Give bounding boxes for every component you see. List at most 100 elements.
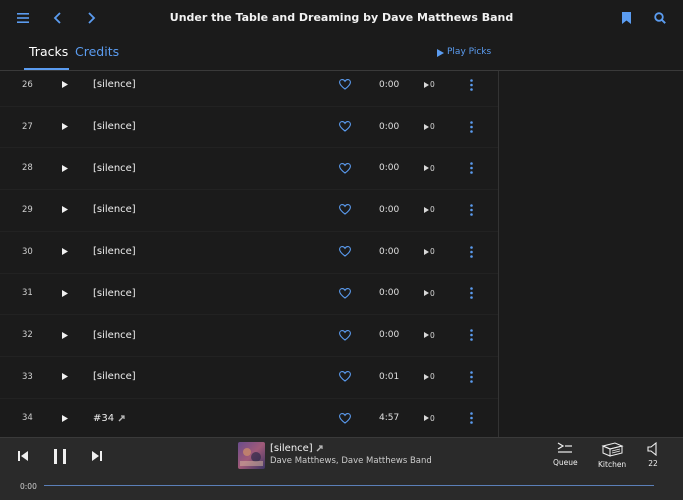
play-count-value: 0: [430, 80, 435, 90]
track-name[interactable]: [silence]: [93, 356, 136, 398]
track-number: 33: [22, 371, 33, 382]
track-name-text: #34: [93, 412, 115, 424]
play-track-button[interactable]: [62, 231, 68, 273]
more-options-button[interactable]: [466, 356, 476, 398]
track-name[interactable]: [silence]: [93, 147, 136, 189]
heart-icon: [339, 204, 351, 216]
play-track-button[interactable]: [62, 273, 68, 315]
track-number: 30: [22, 246, 33, 257]
track-row[interactable]: 33 [silence] 0:01 0: [0, 356, 498, 398]
now-playing-title[interactable]: [silence]: [270, 443, 323, 454]
track-number: 34: [22, 413, 33, 424]
more-options-button[interactable]: [466, 314, 476, 356]
heart-icon: [339, 329, 351, 341]
play-count-value: 0: [430, 205, 435, 215]
play-track-button[interactable]: [62, 356, 68, 398]
play-track-button[interactable]: [62, 314, 68, 356]
play-count-icon: [424, 248, 429, 255]
more-options-button[interactable]: [466, 147, 476, 189]
favorite-button[interactable]: [339, 356, 351, 398]
track-name[interactable]: [silence]: [93, 106, 136, 148]
top-bar: Under the Table and Dreaming by Dave Mat…: [0, 0, 683, 35]
tab-bar: Tracks Credits Play Picks: [0, 35, 683, 71]
track-row[interactable]: 34 #34 4:57 0: [0, 398, 498, 437]
track-row[interactable]: 30 [silence] 0:00 0: [0, 231, 498, 273]
zone-button[interactable]: Kitchen: [598, 442, 626, 469]
favorite-button[interactable]: [339, 314, 351, 356]
track-number: 26: [22, 79, 33, 90]
more-options-button[interactable]: [466, 189, 476, 231]
favorite-button[interactable]: [339, 71, 351, 106]
favorite-button[interactable]: [339, 231, 351, 273]
next-track-button[interactable]: [92, 438, 102, 474]
play-count-icon: [424, 290, 429, 297]
more-options-button[interactable]: [466, 398, 476, 437]
more-vertical-icon: [469, 287, 473, 300]
play-count-icon: [424, 373, 429, 380]
tab-tracks[interactable]: Tracks: [24, 35, 69, 70]
volume-button[interactable]: 22: [647, 442, 659, 468]
play-track-button[interactable]: [62, 398, 68, 437]
play-picks-button[interactable]: Play Picks: [437, 35, 491, 70]
track-name-text: [silence]: [93, 162, 136, 174]
volume-level: 22: [648, 459, 658, 468]
play-count-icon: [424, 206, 429, 213]
track-name[interactable]: [silence]: [93, 71, 136, 106]
favorite-button[interactable]: [339, 189, 351, 231]
play-icon: [62, 373, 68, 381]
more-vertical-icon: [469, 245, 473, 258]
more-options-button[interactable]: [466, 71, 476, 106]
favorite-button[interactable]: [339, 398, 351, 437]
more-vertical-icon: [469, 162, 473, 175]
play-count-value: 0: [430, 413, 435, 423]
play-icon: [62, 164, 68, 172]
track-number: 29: [22, 204, 33, 215]
play-count: 0: [424, 398, 435, 437]
pause-icon: [54, 448, 66, 464]
track-list: 26 [silence] 0:00 0 27 [silence] 0:00 0 28 [silen…: [0, 71, 498, 437]
heart-icon: [339, 287, 351, 299]
track-duration: 0:01: [379, 371, 400, 382]
queue-button[interactable]: Queue: [553, 442, 578, 467]
pause-button[interactable]: [53, 438, 67, 474]
track-name[interactable]: [silence]: [93, 231, 136, 273]
track-name[interactable]: [silence]: [93, 273, 136, 315]
track-name-text: [silence]: [93, 204, 136, 216]
play-track-button[interactable]: [62, 189, 68, 231]
bookmark-icon[interactable]: [619, 0, 633, 35]
track-name[interactable]: #34: [93, 398, 125, 437]
track-row[interactable]: 26 [silence] 0:00 0: [0, 71, 498, 106]
play-count: 0: [424, 231, 435, 273]
more-options-button[interactable]: [466, 273, 476, 315]
previous-track-button[interactable]: [18, 438, 28, 474]
play-track-button[interactable]: [62, 106, 68, 148]
track-name-text: [silence]: [93, 287, 136, 299]
track-name[interactable]: [silence]: [93, 189, 136, 231]
tab-credits[interactable]: Credits: [75, 35, 119, 70]
track-number: 27: [22, 121, 33, 132]
favorite-button[interactable]: [339, 273, 351, 315]
play-count-value: 0: [430, 122, 435, 132]
track-row[interactable]: 31 [silence] 0:00 0: [0, 273, 498, 315]
favorite-button[interactable]: [339, 147, 351, 189]
progress-bar[interactable]: [44, 485, 654, 486]
skip-forward-icon: [92, 451, 102, 461]
now-playing-artist[interactable]: Dave Matthews, Dave Matthews Band: [270, 456, 432, 466]
album-art[interactable]: [238, 442, 265, 469]
track-row[interactable]: 28 [silence] 0:00 0: [0, 147, 498, 189]
track-row[interactable]: 27 [silence] 0:00 0: [0, 106, 498, 148]
play-track-button[interactable]: [62, 71, 68, 106]
heart-icon: [339, 121, 351, 132]
play-count: 0: [424, 356, 435, 398]
more-options-button[interactable]: [466, 106, 476, 148]
queue-icon: [558, 442, 573, 453]
track-name[interactable]: [silence]: [93, 314, 136, 356]
play-icon: [62, 414, 68, 422]
track-row[interactable]: 29 [silence] 0:00 0: [0, 189, 498, 231]
search-icon[interactable]: [652, 0, 668, 35]
favorite-button[interactable]: [339, 106, 351, 148]
track-row[interactable]: 32 [silence] 0:00 0: [0, 314, 498, 356]
more-options-button[interactable]: [466, 231, 476, 273]
play-track-button[interactable]: [62, 147, 68, 189]
now-playing-bar: [silence] Dave Matthews, Dave Matthews B…: [0, 437, 683, 500]
